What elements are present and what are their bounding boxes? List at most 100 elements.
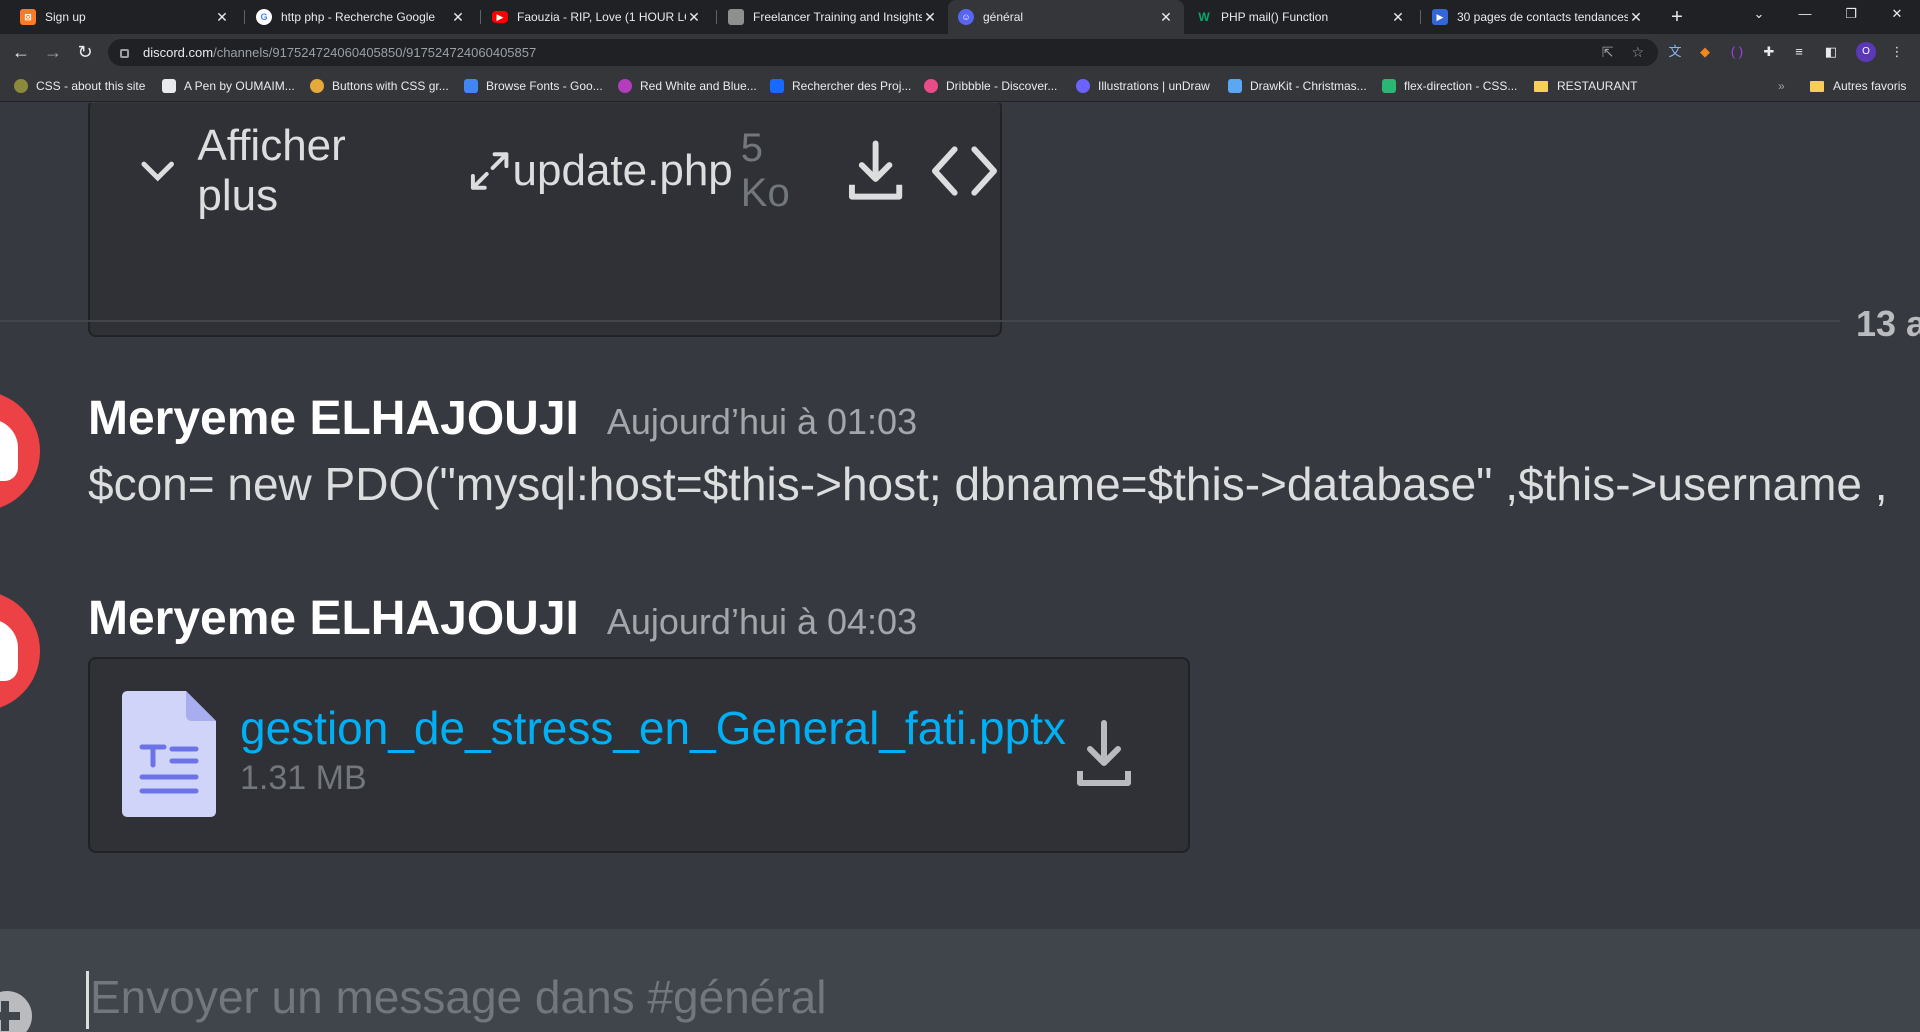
minimize-button[interactable]: — — [1782, 0, 1828, 28]
bookmark-favicon-icon — [1382, 79, 1396, 93]
tab-title: Freelancer Training and Insights — [753, 10, 922, 24]
address-host: discord.com — [143, 45, 214, 60]
translate-extension-icon[interactable]: 文 — [1666, 43, 1684, 61]
download-icon[interactable] — [848, 139, 903, 203]
close-icon[interactable]: ✕ — [1158, 9, 1174, 26]
tab-search-button[interactable]: ⌄ — [1736, 0, 1782, 28]
bookmark-item[interactable]: Dribbble - Discover... — [924, 78, 1057, 94]
drawkit-icon — [1228, 79, 1242, 93]
bookmark-label: A Pen by OUMAIM... — [184, 79, 295, 93]
tab-title: http php - Recherche Google — [281, 10, 436, 24]
other-bookmarks-folder[interactable]: Autres favoris — [1810, 78, 1906, 94]
avatar[interactable] — [0, 391, 80, 511]
attachment-file-size: 1.31 MB — [240, 759, 367, 797]
file-attachment: gestion_de_stress_en_General_fati.pptx 1… — [88, 657, 1190, 853]
new-tab-button[interactable]: + — [1664, 4, 1690, 30]
download-icon[interactable] — [1076, 719, 1132, 789]
profile-avatar[interactable]: O — [1856, 42, 1876, 62]
tab-separator — [716, 10, 717, 24]
tab-separator — [244, 10, 245, 24]
extension-icon[interactable]: ( ) — [1728, 43, 1746, 61]
bookmark-label: RESTAURANT — [1557, 79, 1638, 93]
tab-discord-general[interactable]: ☺ général ✕ — [948, 0, 1184, 34]
bookmark-label: Red White and Blue... — [640, 79, 757, 93]
youtube-icon: ▶ — [492, 11, 508, 23]
tab-title: Faouzia - RIP, Love (1 HOUR LOO — [517, 10, 686, 24]
bookmark-label: Illustrations | unDraw — [1098, 79, 1210, 93]
tab-contact-pages[interactable]: ▶ 30 pages de contacts tendances ✕ — [1422, 0, 1654, 34]
message-author[interactable]: Meryeme ELHAJOUJI — [88, 591, 579, 646]
bookmark-item[interactable]: Browse Fonts - Goo... — [464, 78, 603, 94]
forward-button[interactable]: → — [40, 40, 66, 64]
bookmark-item[interactable]: flex-direction - CSS... — [1382, 78, 1517, 94]
message-timestamp: Aujourd’hui à 01:03 — [606, 401, 918, 442]
message-timestamp: Aujourd’hui à 04:03 — [606, 601, 918, 642]
codepen-icon — [162, 79, 176, 93]
expand-icon[interactable] — [467, 148, 512, 194]
menu-kebab-icon[interactable]: ⋮ — [1888, 43, 1906, 61]
close-icon[interactable]: ✕ — [1390, 9, 1406, 26]
bookmark-favicon-icon — [14, 79, 28, 93]
avatar[interactable] — [0, 591, 80, 711]
previous-file-embed: Afficher plus update.php 5 Ko — [88, 103, 1002, 337]
embed-file-name: update.php — [512, 146, 733, 195]
window-close-button[interactable]: ✕ — [1874, 0, 1920, 28]
tab-title: Sign up — [45, 10, 86, 24]
bookmarks-overflow-button[interactable]: » — [1778, 78, 1785, 94]
bookmark-item[interactable]: Rechercher des Proj... — [770, 78, 911, 94]
browser-toolbar: ← → ↻ discord.com/channels/9175247240604… — [0, 34, 1920, 70]
add-attachment-button[interactable] — [0, 991, 32, 1032]
tab-separator — [480, 10, 481, 24]
tab-freelancer[interactable]: Freelancer Training and Insights ✕ — [718, 0, 948, 34]
tab-separator — [1420, 10, 1421, 24]
close-icon[interactable]: ✕ — [922, 9, 938, 26]
show-more-button[interactable]: Afficher plus — [197, 121, 435, 221]
undraw-icon — [1076, 79, 1090, 93]
bookmark-label: Buttons with CSS gr... — [332, 79, 449, 93]
behance-icon — [770, 79, 784, 93]
reload-button[interactable]: ↻ — [72, 40, 98, 64]
lock-icon[interactable] — [120, 49, 129, 58]
bookmark-item[interactable]: CSS - about this site — [14, 78, 145, 94]
view-code-icon[interactable] — [929, 143, 1000, 199]
share-icon[interactable]: ⇱ — [1602, 44, 1614, 61]
close-icon[interactable]: ✕ — [686, 9, 702, 26]
tab-youtube[interactable]: ▶ Faouzia - RIP, Love (1 HOUR LOO ✕ — [482, 0, 712, 34]
bookmark-item[interactable]: Red White and Blue... — [618, 78, 757, 94]
bookmark-folder[interactable]: RESTAURANT — [1534, 78, 1637, 94]
close-icon[interactable]: ✕ — [450, 9, 466, 26]
tab-php-mail[interactable]: W PHP mail() Function ✕ — [1186, 0, 1416, 34]
bookmark-label: Rechercher des Proj... — [792, 79, 912, 93]
message-header: Meryeme ELHAJOUJI Aujourd’hui à 01:03 — [88, 391, 917, 446]
xampp-icon: ⊠ — [20, 9, 36, 25]
google-fonts-icon — [464, 79, 478, 93]
extensions-puzzle-icon[interactable]: ✚ — [1760, 43, 1778, 61]
embed-file-size: 5 Ko — [740, 126, 790, 215]
bookmark-item[interactable]: Illustrations | unDraw — [1076, 78, 1210, 94]
attachment-file-link[interactable]: gestion_de_stress_en_General_fati.pptx — [240, 701, 1066, 755]
bookmark-favicon-icon — [618, 79, 632, 93]
chevron-down-icon[interactable] — [138, 151, 177, 191]
bookmark-item[interactable]: DrawKit - Christmas... — [1228, 78, 1367, 94]
bookmark-label: CSS - about this site — [36, 79, 146, 93]
tab-sign-up[interactable]: ⊠ Sign up ✕ — [10, 0, 240, 34]
folder-icon — [1810, 80, 1824, 92]
metamask-extension-icon[interactable]: ◆ — [1696, 43, 1714, 61]
embed-toolbar: Afficher plus update.php 5 Ko — [138, 121, 1000, 220]
address-bar[interactable]: discord.com/channels/917524724060405850/… — [108, 39, 1658, 66]
tab-google-search[interactable]: G http php - Recherche Google ✕ — [246, 0, 476, 34]
dribbble-icon — [924, 79, 938, 93]
side-panel-icon[interactable]: ◧ — [1822, 43, 1840, 61]
bookmark-star-icon[interactable]: ☆ — [1631, 44, 1644, 61]
bookmark-item[interactable]: A Pen by OUMAIM... — [162, 78, 295, 94]
back-button[interactable]: ← — [8, 40, 34, 64]
discord-icon: ☺ — [958, 9, 974, 25]
bookmark-label: DrawKit - Christmas... — [1250, 79, 1367, 93]
message-author[interactable]: Meryeme ELHAJOUJI — [88, 391, 579, 446]
media-queue-icon[interactable]: ≡ — [1790, 43, 1808, 61]
close-icon[interactable]: ✕ — [214, 9, 230, 26]
bookmark-item[interactable]: Buttons with CSS gr... — [310, 78, 449, 94]
message-input[interactable] — [90, 965, 1790, 1029]
restore-button[interactable]: ❐ — [1828, 0, 1874, 28]
close-icon[interactable]: ✕ — [1628, 9, 1644, 26]
